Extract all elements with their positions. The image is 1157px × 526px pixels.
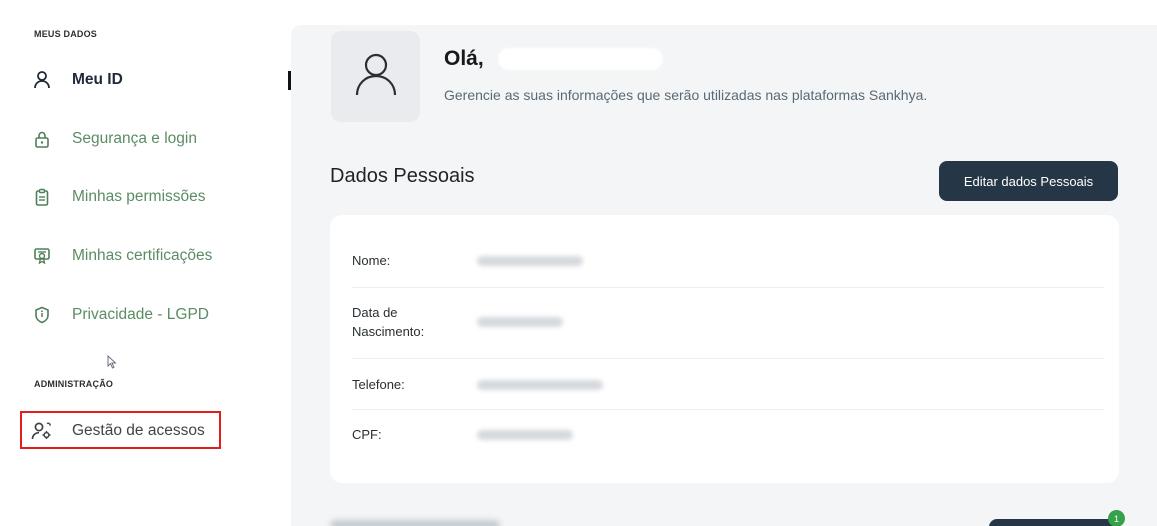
greeting: Olá, (444, 47, 484, 70)
table-row: Data de Nascimento: (352, 303, 1104, 341)
sidebar-item-certifications[interactable]: Minhas certificações (30, 239, 212, 273)
section-title-personal-data: Dados Pessoais (330, 165, 475, 187)
sidebar-item-label: Segurança e login (72, 130, 197, 147)
sidebar-item-privacy[interactable]: Privacidade - LGPD (30, 298, 209, 332)
lock-icon (30, 127, 54, 151)
bottom-action-button[interactable] (989, 519, 1117, 526)
shield-icon (30, 303, 54, 327)
blurred-value (477, 379, 603, 390)
sidebar-item-label: Minhas permissões (72, 188, 206, 205)
sidebar-item-label: Privacidade - LGPD (72, 306, 209, 323)
sidebar-item-label: Meu ID (72, 71, 123, 88)
field-label: Nome: (352, 253, 391, 268)
avatar (331, 31, 420, 122)
row-divider (352, 409, 1104, 410)
user-icon (350, 48, 402, 105)
edit-personal-data-button[interactable]: Editar dados Pessoais (939, 161, 1118, 201)
mouse-cursor-icon (107, 354, 117, 374)
section-label-admin: ADMINISTRAÇÃO (34, 379, 114, 389)
section-label-my-data: MEUS DADOS (34, 29, 98, 39)
highlight-annotation (20, 411, 221, 449)
field-label: CPF: (352, 427, 382, 442)
blurred-value (477, 255, 583, 266)
field-label: Data de Nascimento: (352, 305, 425, 339)
blurred-username (498, 48, 663, 70)
sidebar-item-my-id[interactable]: Meu ID (30, 63, 123, 97)
blurred-section-title (330, 520, 500, 526)
user-icon (30, 68, 54, 92)
sidebar-item-permissions[interactable]: Minhas permissões (30, 180, 206, 214)
row-divider (352, 287, 1104, 288)
blurred-value (477, 317, 563, 327)
blurred-value (477, 429, 573, 440)
clipboard-icon (30, 185, 54, 209)
table-row: Nome: (352, 251, 1104, 270)
notification-badge: 1 (1108, 510, 1125, 526)
sidebar: MEUS DADOS Meu ID Segurança e login Minh… (0, 0, 290, 526)
sidebar-item-security[interactable]: Segurança e login (30, 122, 197, 156)
field-label: Telefone: (352, 377, 405, 392)
sidebar-item-label: Minhas certificações (72, 247, 213, 264)
table-row: Telefone: (352, 375, 1104, 394)
page-subtitle: Gerencie as suas informações que serão u… (444, 87, 928, 103)
personal-data-card: Nome: Data de Nascimento: Telefone: CPF: (330, 215, 1119, 483)
row-divider (352, 358, 1104, 359)
main-content: Olá, Gerencie as suas informações que se… (291, 25, 1157, 526)
certificate-icon (30, 244, 54, 268)
table-row: CPF: (352, 425, 1104, 444)
